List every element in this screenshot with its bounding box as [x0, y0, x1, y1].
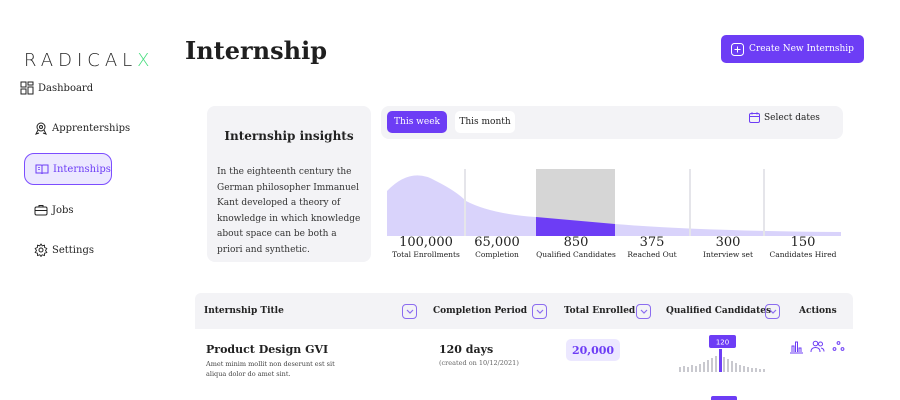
- dashboard-icon: [20, 81, 34, 95]
- tab-this-week[interactable]: This week: [387, 111, 447, 133]
- sidebar-item-label: Internships: [53, 163, 111, 175]
- sidebar-item-apprenterships[interactable]: Apprenterships: [24, 112, 130, 144]
- chevron-down-icon[interactable]: [402, 304, 417, 319]
- users-icon[interactable]: [810, 339, 825, 354]
- stat-label: Qualified Candidates: [536, 250, 616, 259]
- stat-value: 100,000: [399, 235, 453, 250]
- stat-candidates-hired: 150 Candidates Hired: [763, 236, 843, 260]
- stat-label: Completion: [475, 250, 519, 259]
- calendar-icon: [749, 112, 760, 123]
- stat-value: 850: [563, 235, 589, 250]
- sidebar-item-dashboard[interactable]: Dashboard: [10, 78, 98, 98]
- create-button-label: Create New Internship: [749, 44, 854, 54]
- bar-chart-icon[interactable]: [789, 339, 804, 354]
- sidebar-item-settings[interactable]: Settings: [24, 234, 112, 266]
- table-row[interactable]: Product Design GVI Amet minim mollit non…: [195, 329, 853, 389]
- mini-chart-highlight-bar: [719, 349, 722, 372]
- stat-reached-out: 375 Reached Out: [612, 236, 692, 260]
- page-title: Internship: [185, 36, 327, 65]
- stat-total-enrollments: 100,000 Total Enrollments: [386, 236, 466, 260]
- sidebar-item-label: Jobs: [52, 204, 74, 216]
- internship-title[interactable]: Product Design GVI: [206, 343, 328, 356]
- chevron-down-icon[interactable]: [532, 304, 547, 319]
- completion-period: 120 days: [439, 343, 494, 356]
- chevron-down-icon[interactable]: [765, 304, 780, 319]
- created-date: (created on 10/12/2021): [439, 359, 519, 367]
- select-dates-button[interactable]: Select dates: [749, 112, 820, 123]
- internship-table-header: Internship Title Completion Period Total…: [195, 293, 853, 329]
- column-header-qualified-candidates: Qualified Candidates: [666, 306, 772, 316]
- chart-toolbar: This week This month Select dates: [381, 106, 843, 139]
- stat-label: Candidates Hired: [769, 250, 837, 259]
- gear-icon: [34, 243, 48, 257]
- stat-value: 300: [715, 235, 741, 250]
- logo-suffix: X: [137, 50, 155, 71]
- mini-chart-badge-text: 120: [716, 339, 729, 347]
- stat-label: Reached Out: [627, 250, 677, 259]
- insights-title: Internship insights: [224, 129, 354, 143]
- funnel-chart-panel: This week This month Select dates 100,00…: [381, 106, 843, 266]
- more-icon[interactable]: [831, 339, 846, 354]
- briefcase-icon: [34, 205, 48, 216]
- stat-qualified-candidates: 850 Qualified Candidates: [535, 236, 617, 260]
- stat-value: 150: [790, 235, 816, 250]
- qualified-candidates-mini-chart: 120: [679, 335, 765, 372]
- stat-label: Interview set: [702, 250, 753, 259]
- column-header-actions: Actions: [799, 306, 837, 316]
- next-row-badge-partial: [711, 396, 737, 400]
- row-actions: [789, 339, 846, 354]
- book-icon: [35, 164, 49, 175]
- column-header-title: Internship Title: [204, 306, 284, 316]
- radicalx-logo: RADICALX: [24, 50, 155, 71]
- tab-this-month[interactable]: This month: [455, 111, 515, 133]
- chevron-down-icon[interactable]: [636, 304, 651, 319]
- create-new-internship-button[interactable]: Create New Internship: [721, 35, 864, 63]
- stat-value: 375: [639, 235, 665, 250]
- sidebar-item-jobs[interactable]: Jobs: [24, 194, 112, 226]
- stat-label: Total Enrollments: [392, 250, 460, 259]
- stat-value: 65,000: [474, 235, 520, 250]
- stat-completion: 65,000 Completion: [457, 236, 537, 260]
- internship-description: Amet minim mollit non deserunt est sit a…: [206, 360, 335, 378]
- funnel-area-chart: [387, 169, 841, 236]
- insights-card: Internship insights In the eighteenth ce…: [207, 106, 371, 262]
- column-header-total-enrolled: Total Enrolled: [564, 306, 636, 316]
- sidebar-item-internships[interactable]: Internships: [24, 153, 112, 185]
- select-dates-label: Select dates: [764, 112, 820, 123]
- column-header-completion-period: Completion Period: [433, 306, 528, 316]
- sidebar-item-label: Apprenterships: [52, 122, 131, 134]
- award-icon: [35, 122, 47, 135]
- logo-prefix: RADICAL: [24, 50, 138, 71]
- insights-body: In the eighteenth century the German phi…: [217, 167, 361, 255]
- plus-square-icon: [731, 42, 745, 56]
- stat-interview-set: 300 Interview set: [688, 236, 768, 260]
- sidebar-item-label: Dashboard: [38, 82, 94, 94]
- total-enrolled-badge: 20,000: [566, 339, 620, 361]
- sidebar-item-label: Settings: [52, 244, 94, 256]
